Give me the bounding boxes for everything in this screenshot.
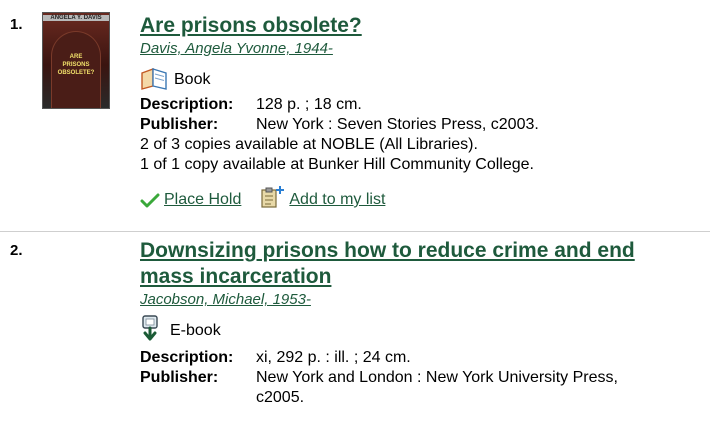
ebook-download-icon (140, 314, 164, 342)
place-hold-action[interactable]: Place Hold (140, 191, 241, 209)
format-row: E-book (140, 310, 710, 342)
cover-author: ANGELA Y. DAVIS (43, 15, 109, 21)
publisher-value: New York and London : New York Universit… (256, 369, 618, 406)
result-number: 1. (10, 16, 23, 33)
result-title-line: mass incarceration (140, 265, 332, 288)
description-value: xi, 292 p. : ill. ; 24 cm. (256, 349, 411, 366)
book-cover-image[interactable]: ANGELA Y. DAVIS ARE PRISONS OBSOLETE? (42, 12, 110, 109)
description-value: 128 p. ; 18 cm. (256, 96, 362, 113)
availability-line: 2 of 3 copies available at NOBLE (All Li… (140, 136, 478, 153)
publisher-row: Publisher: New York and London : New Yor… (140, 368, 710, 408)
availability-line: 1 of 1 copy available at Bunker Hill Com… (140, 156, 534, 173)
cover-title-line: OBSOLETE? (57, 70, 95, 76)
format-label: Book (174, 71, 211, 88)
cover-title-line: ARE (69, 54, 83, 60)
result-author-link[interactable]: Davis, Angela Yvonne, 1944- (140, 39, 710, 59)
publisher-row: Publisher: New York : Seven Stories Pres… (140, 115, 710, 135)
result-divider (0, 231, 710, 232)
result-title-link[interactable]: Downsizing prisons how to reduce crime a… (140, 238, 710, 290)
description-label: Description: (140, 349, 234, 366)
place-hold-link[interactable]: Place Hold (164, 191, 241, 209)
description-label: Description: (140, 96, 234, 113)
book-icon (140, 65, 168, 91)
result-title-link[interactable]: Are prisons obsolete? (140, 13, 710, 39)
clipboard-add-icon (259, 185, 285, 209)
add-to-list-action[interactable]: Add to my list (259, 185, 385, 209)
checkmark-icon (140, 193, 160, 209)
result-author-link[interactable]: Jacobson, Michael, 1953- (140, 290, 710, 310)
description-row: Description: 128 p. ; 18 cm. (140, 95, 710, 115)
publisher-value: New York : Seven Stories Press, c2003. (256, 116, 539, 133)
result-actions: Place Hold Add to my list (140, 185, 710, 209)
result-number: 2. (10, 242, 23, 259)
add-to-list-link[interactable]: Add to my list (289, 191, 385, 209)
publisher-label: Publisher: (140, 369, 219, 386)
format-label: E-book (170, 322, 221, 339)
cover-title-line: PRISONS (62, 62, 90, 68)
format-row: Book (140, 59, 710, 91)
publisher-label: Publisher: (140, 116, 219, 133)
cover-title: ARE PRISONS OBSOLETE? (43, 53, 109, 77)
description-row: Description: xi, 292 p. : ill. ; 24 cm. (140, 348, 710, 368)
result-title-line: Downsizing prisons how to reduce crime a… (140, 239, 635, 262)
